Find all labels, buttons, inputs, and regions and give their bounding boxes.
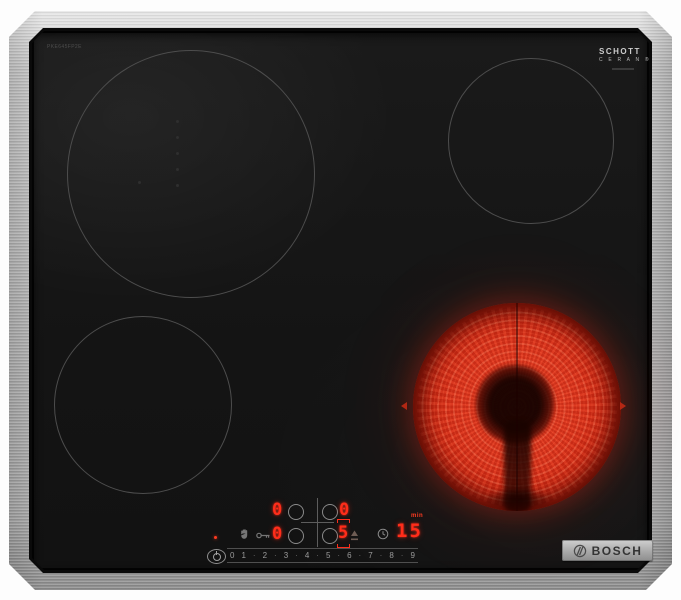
slider-separator: · [316,551,319,560]
slider-level-2[interactable]: 2 [263,551,267,560]
slider-separator: · [380,551,383,560]
slider-level-9[interactable]: 9 [410,551,414,560]
slider-level-5[interactable]: 5 [326,551,330,560]
burner-front-right-glowing [413,303,621,511]
key-lock-icon[interactable] [256,531,271,540]
model-print: PKE645FP2E [47,44,82,50]
zone-extension-arrow-right [620,402,626,410]
zone-select-front-right[interactable] [322,528,338,544]
zone-display-front-right: 5 [338,525,348,542]
slider-level-4[interactable]: 4 [305,551,309,560]
slider-separator: · [274,551,277,560]
slider-separator: · [295,551,298,560]
slider-level-1[interactable]: 1 [241,551,245,560]
cooktop-photo: PKE645FP2E SCHOTT C E R A N ® 0 0 0 [0,0,681,600]
burner-front-left-ring [54,316,232,494]
zone-select-rear-right[interactable] [322,504,338,520]
slider-separator: · [359,551,362,560]
bosch-badge: BOSCH [562,540,653,561]
zone-marking-dot [176,152,179,155]
power-level-slider[interactable]: 0 1 · 2 · 3 · 4 · 5 · 6 · 7 · 8 · 9 [227,548,418,563]
slider-separator: · [401,551,404,560]
residual-heat-dot [214,536,217,539]
bosch-logo-icon [573,544,587,558]
zone-display-rear-left: 0 [272,502,282,519]
burner-rear-right-ring [448,58,614,224]
schott-ceran-label: SCHOTT C E R A N ® [599,47,651,63]
zone-extension-arrow-left [401,402,407,410]
timer-display: 15 [396,522,423,541]
slider-level-7[interactable]: 7 [368,551,372,560]
slider-separator: · [337,551,340,560]
slider-level-8[interactable]: 8 [389,551,393,560]
zone-marking-dot [176,120,179,123]
power-button[interactable] [207,549,226,564]
timer-unit-label: min [411,513,423,519]
slider-separator: · [253,551,256,560]
zone-marking-dot [176,168,179,171]
slider-level-3[interactable]: 3 [284,551,288,560]
brand-label: BOSCH [592,544,643,558]
schott-label-line2: C E R A N ® [599,57,651,63]
zone-select-rear-left[interactable] [288,504,304,520]
power-icon-tick [216,551,217,555]
zone-marking-dot [176,136,179,139]
zone-select-front-left[interactable] [288,528,304,544]
zone-marking-dot [176,184,179,187]
slider-level-6[interactable]: 6 [347,551,351,560]
zone-map-divider-horizontal [301,522,334,523]
zone-display-rear-right: 0 [339,502,349,519]
microprint-line [612,68,634,70]
timer-clock-icon[interactable] [377,528,389,540]
hand-wipe-protection-icon[interactable] [238,527,251,540]
schott-label-line1: SCHOTT [599,47,651,56]
zone-display-front-left: 0 [272,526,282,543]
boost-icon[interactable] [350,529,359,542]
burner-rear-left-ring [67,50,315,298]
element-edge-shadow [413,303,621,511]
slider-level-0[interactable]: 0 [230,551,234,560]
zone-marking-dot [138,181,141,184]
